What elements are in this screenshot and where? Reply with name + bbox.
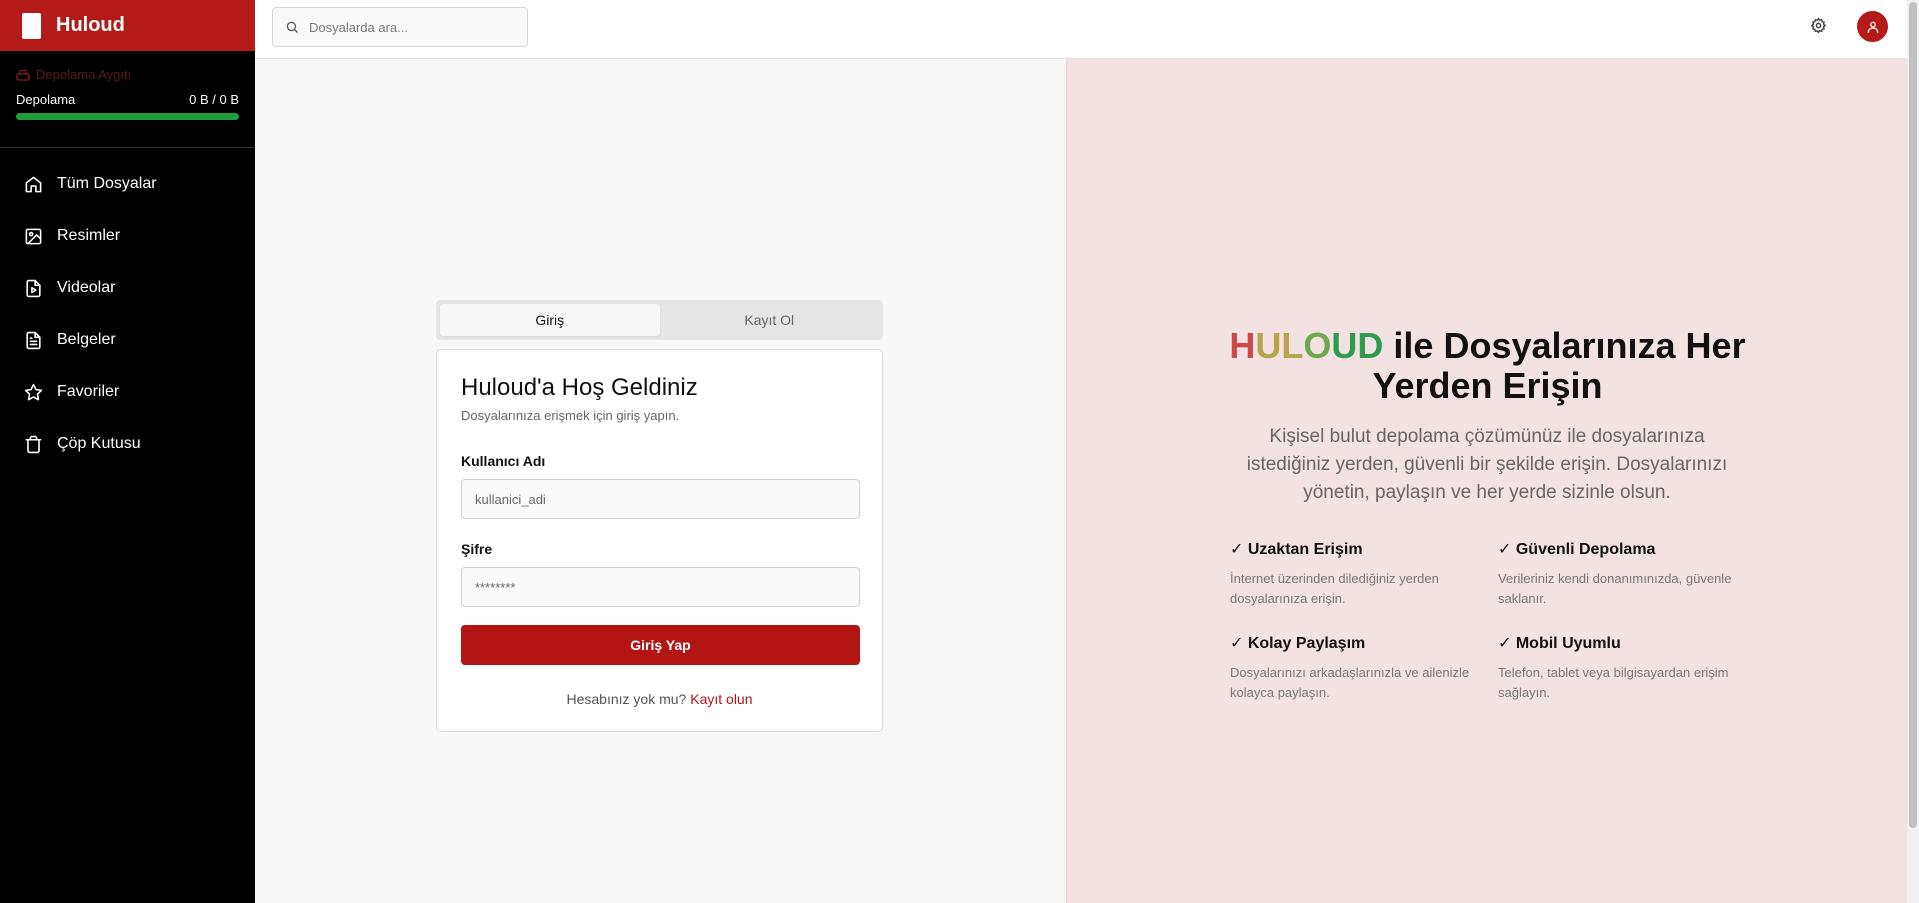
- login-card: Huloud'a Hoş Geldiniz Dosyalarınıza eriş…: [436, 349, 883, 732]
- storage-panel: Depolama Aygıtı Depolama 0 B / 0 B: [0, 51, 255, 148]
- auth-tabs: Giriş Kayıt Ol: [436, 300, 883, 340]
- feature-text: Dosyalarınızı arkadaşlarınızla ve aileni…: [1230, 665, 1470, 700]
- sidebar-item-images[interactable]: Resimler: [0, 210, 255, 262]
- sidebar-item-label: Favoriler: [57, 383, 120, 400]
- feature-item: ✓ Mobil Uyumlu Telefon, tablet veya bilg…: [1498, 633, 1766, 703]
- feature-text: Telefon, tablet veya bilgisayardan erişi…: [1498, 665, 1729, 700]
- hero-pane: HULOUD ile Dosyalarınıza Her Yerden Eriş…: [1066, 59, 1907, 903]
- login-title: Huloud'a Hoş Geldiniz: [461, 374, 698, 401]
- sidebar-item-label: Belgeler: [57, 331, 116, 348]
- signup-prompt: Hesabınız yok mu? Kayıt olun: [461, 691, 858, 707]
- sidebar-item-label: Resimler: [57, 227, 121, 244]
- feature-title: ✓ Kolay Paylaşım: [1230, 635, 1366, 652]
- login-pane: Giriş Kayıt Ol Huloud'a Hoş Geldiniz Dos…: [255, 59, 1066, 903]
- register-link[interactable]: Kayıt olun: [690, 691, 752, 707]
- logo-icon: [22, 12, 41, 39]
- image-icon: [25, 228, 42, 244]
- hero-brand-h: H: [1229, 325, 1256, 366]
- top-bar: [255, 0, 1907, 59]
- feature-text: İnternet üzerinden dilediğiniz yerden do…: [1230, 571, 1439, 606]
- no-account-text: Hesabınız yok mu?: [566, 691, 687, 707]
- sidebar-item-label: Tüm Dosyalar: [57, 175, 157, 192]
- settings-button[interactable]: [1810, 17, 1827, 39]
- hero-description: Kişisel bulut depolama çözümünüz ile dos…: [1246, 426, 1728, 503]
- hero-title-line2: Yerden Erişin: [1372, 365, 1603, 406]
- feature-title: ✓ Mobil Uyumlu: [1498, 635, 1621, 652]
- star-icon: [24, 383, 43, 400]
- hero-brand-ul: UL: [1255, 325, 1304, 366]
- brand-header[interactable]: Huloud: [0, 0, 255, 51]
- scrollbar-thumb[interactable]: [1909, 2, 1917, 828]
- feature-text: Verileriniz kendi donanımınızda, güvenle…: [1498, 571, 1732, 606]
- feature-title: ✓ Uzaktan Erişim: [1230, 541, 1363, 558]
- feature-grid: ✓ Uzaktan Erişim İnternet üzerinden dile…: [1230, 539, 1770, 703]
- hero-brand-ud: UD: [1331, 325, 1384, 366]
- gear-icon: [1811, 17, 1826, 34]
- storage-device-label: Depolama Aygıtı: [36, 67, 132, 82]
- storage-usage: 0 B / 0 B: [189, 92, 239, 107]
- feature-item: ✓ Kolay Paylaşım Dosyalarınızı arkadaşla…: [1230, 633, 1498, 703]
- hero-title-line1: ile Dosyalarınıza Her: [1383, 325, 1746, 366]
- sidebar-item-label: Çöp Kutusu: [57, 435, 141, 452]
- sidebar-item-favorites[interactable]: Favoriler: [0, 366, 255, 418]
- login-button[interactable]: Giriş Yap: [461, 625, 860, 665]
- sidebar-item-trash[interactable]: Çöp Kutusu: [0, 418, 255, 470]
- page-scrollbar[interactable]: [1907, 0, 1919, 903]
- document-icon: [26, 331, 41, 349]
- password-label: Şifre: [461, 541, 493, 557]
- storage-device: Depolama Aygıtı: [16, 67, 239, 82]
- username-label: Kullanıcı Adı: [461, 453, 546, 469]
- feature-item: ✓ Uzaktan Erişim İnternet üzerinden dile…: [1230, 539, 1498, 609]
- feature-item: ✓ Güvenli Depolama Verileriniz kendi don…: [1498, 539, 1766, 609]
- home-icon: [25, 176, 42, 192]
- hero-title: HULOUD ile Dosyalarınıza Her Yerden Eriş…: [1067, 326, 1908, 406]
- sidebar-nav: Tüm Dosyalar Resimler Videolar Belgeler …: [0, 158, 255, 470]
- sidebar: Huloud Depolama Aygıtı Depolama 0 B / 0 …: [0, 0, 255, 903]
- video-file-icon: [26, 279, 41, 297]
- feature-title: ✓ Güvenli Depolama: [1498, 541, 1656, 558]
- storage-progress-bar: [16, 113, 239, 120]
- drive-icon: [16, 69, 30, 81]
- sidebar-item-label: Videolar: [57, 279, 116, 296]
- search-input[interactable]: [309, 19, 509, 35]
- login-subtitle: Dosyalarınıza erişmek için giriş yapın.: [461, 408, 680, 423]
- user-icon: [1867, 21, 1878, 33]
- sidebar-item-videos[interactable]: Videolar: [0, 262, 255, 314]
- user-avatar-button[interactable]: [1857, 11, 1888, 42]
- sidebar-item-all-files[interactable]: Tüm Dosyalar: [0, 158, 255, 210]
- tab-login[interactable]: Giriş: [440, 304, 660, 336]
- search-box[interactable]: [272, 7, 528, 47]
- search-icon: [286, 21, 298, 33]
- hero-brand-o: O: [1303, 325, 1332, 366]
- storage-label: Depolama: [16, 92, 76, 107]
- tab-register[interactable]: Kayıt Ol: [660, 304, 880, 336]
- brand-name: Huloud: [56, 14, 125, 36]
- sidebar-item-documents[interactable]: Belgeler: [0, 314, 255, 366]
- password-field[interactable]: ********: [461, 567, 860, 607]
- trash-icon: [25, 435, 42, 453]
- username-field[interactable]: kullanici_adi: [461, 479, 860, 519]
